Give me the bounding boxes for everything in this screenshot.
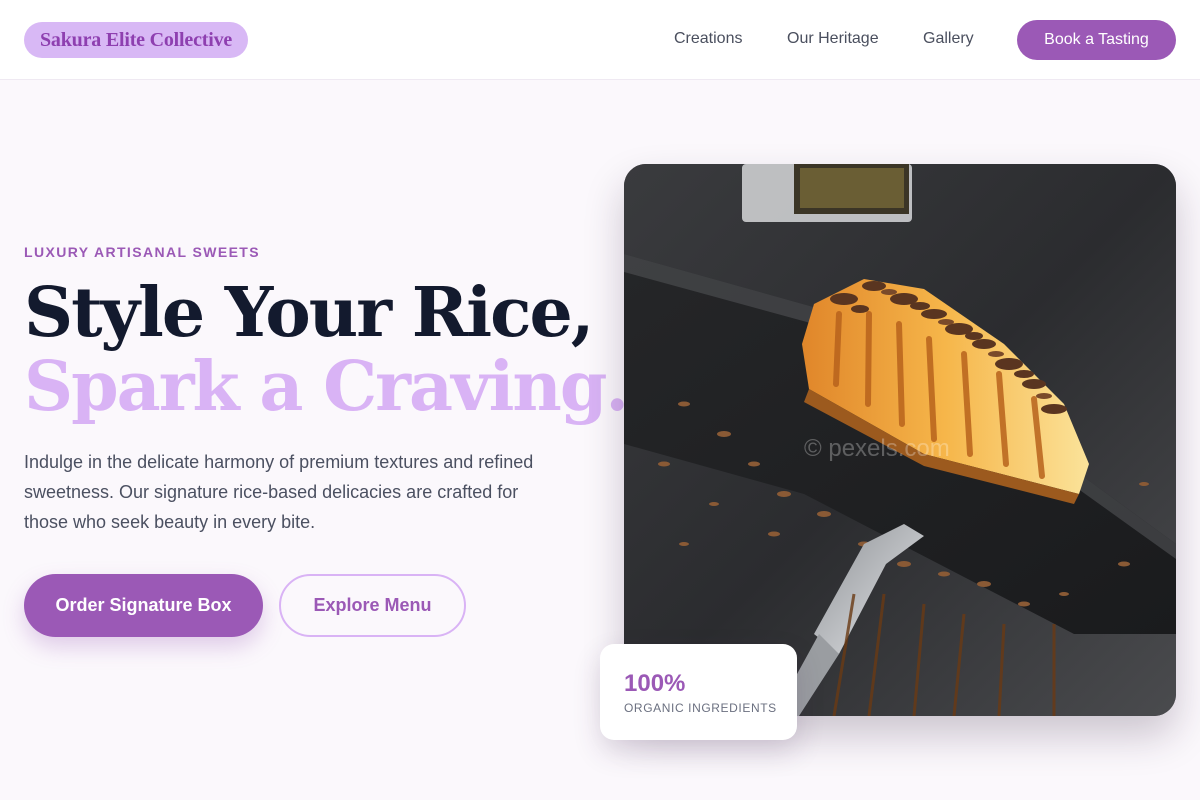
hero-eyebrow: LUXURY ARTISANAL SWEETS xyxy=(24,244,260,260)
hero-title-line-2: Spark a Craving. xyxy=(24,347,629,427)
cheesecake-photo: © pexels.com xyxy=(624,164,1176,716)
stat-value: 100% xyxy=(624,670,686,697)
site-header: Sakura Elite Collective Creations Our He… xyxy=(0,0,1200,80)
brand-logo[interactable]: Sakura Elite Collective xyxy=(24,22,249,58)
hero-title: Style Your Rice, Spark a Craving. xyxy=(24,273,629,427)
nav-link-gallery[interactable]: Gallery xyxy=(923,30,974,48)
hero-title-line-1: Style Your Rice, xyxy=(24,273,594,353)
nav-link-our-heritage[interactable]: Our Heritage xyxy=(787,30,879,48)
order-signature-box-button[interactable]: Order Signature Box xyxy=(24,574,263,637)
explore-menu-button[interactable]: Explore Menu xyxy=(279,574,466,637)
book-tasting-button[interactable]: Book a Tasting xyxy=(1017,20,1176,60)
stat-label: ORGANIC INGREDIENTS xyxy=(624,701,777,715)
hero-dessert-image: © pexels.com xyxy=(624,164,1176,716)
nav-link-creations[interactable]: Creations xyxy=(674,30,742,48)
organic-stat-card: 100% ORGANIC INGREDIENTS xyxy=(600,644,797,740)
image-watermark: © pexels.com xyxy=(804,435,950,462)
hero-description: Indulge in the delicate harmony of premi… xyxy=(24,452,534,532)
